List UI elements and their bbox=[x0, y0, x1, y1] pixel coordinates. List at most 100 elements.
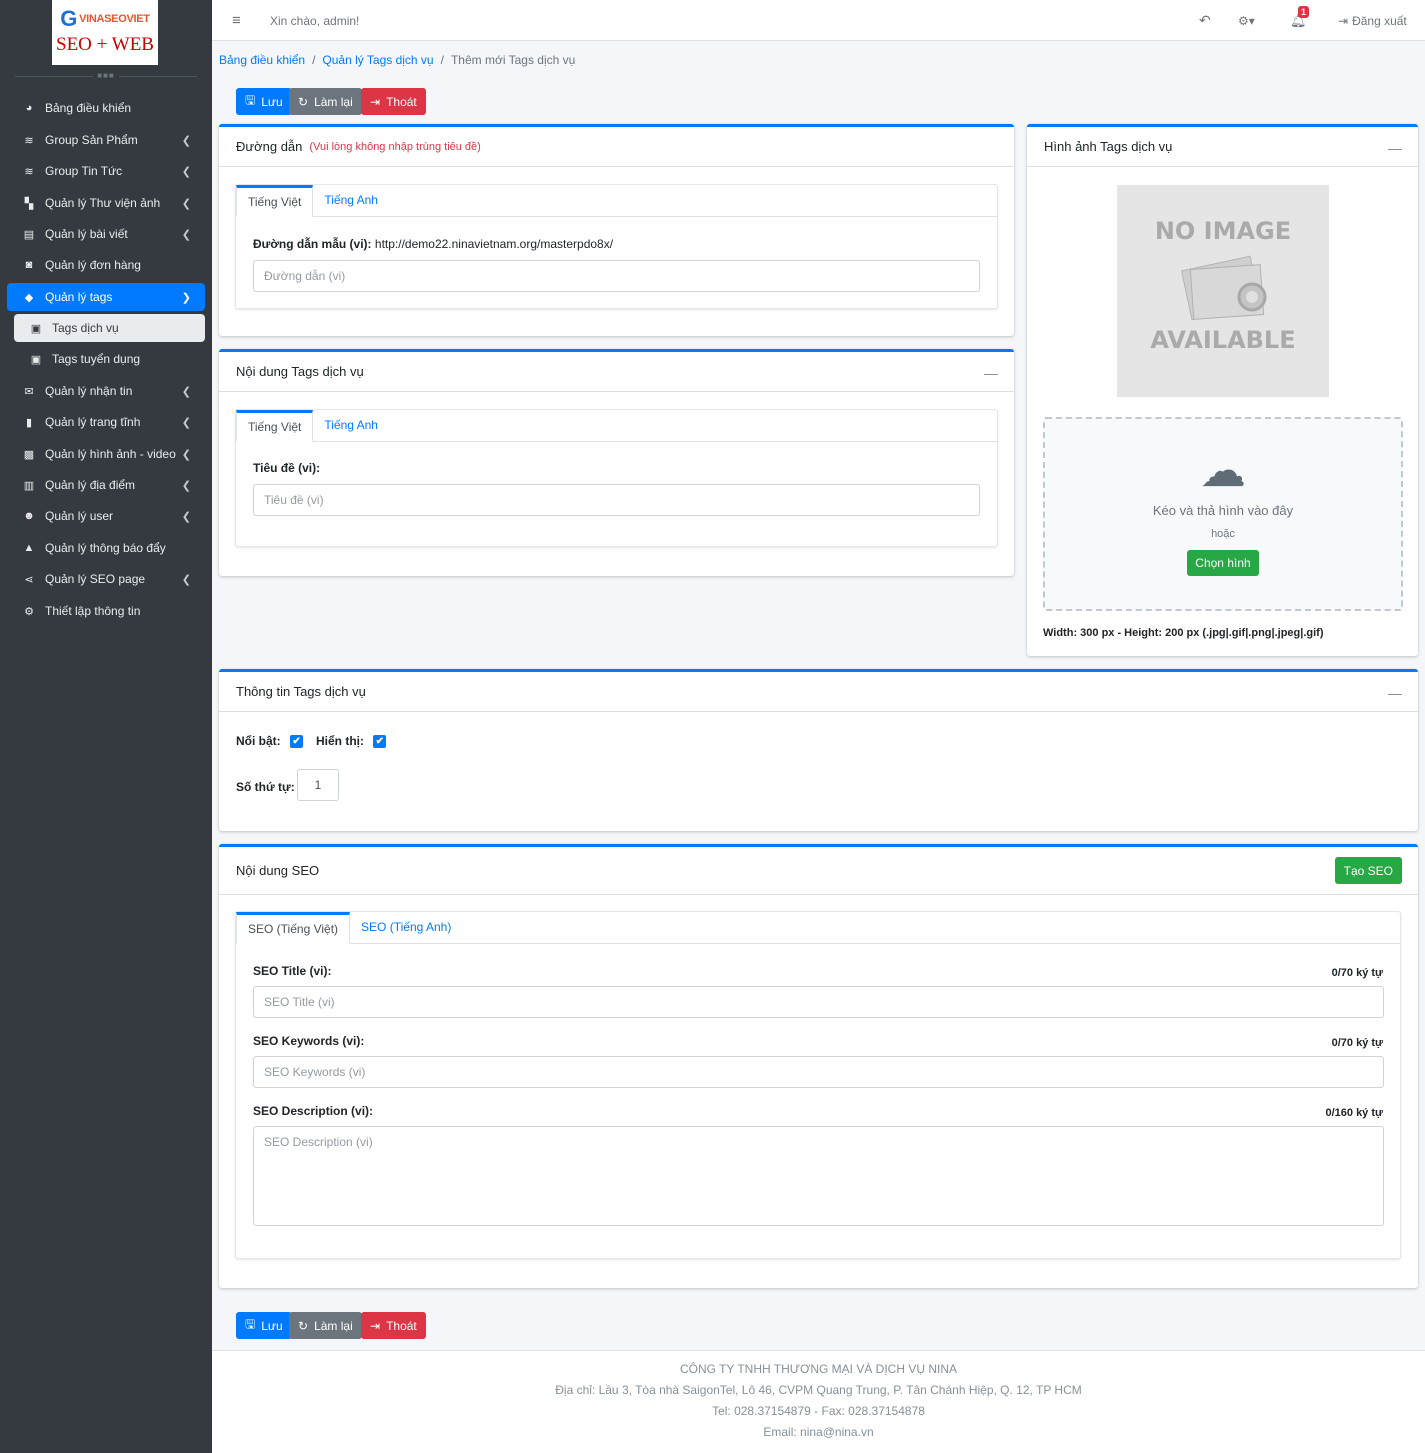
sidebar-item-group-news[interactable]: ≋ Group Tin Tức ❮ bbox=[7, 157, 205, 185]
sidebar-item-group-products[interactable]: ≋ Group Sản Phẩm ❮ bbox=[7, 126, 205, 154]
chevron-left-icon: ❮ bbox=[181, 416, 191, 429]
tab-vietnamese[interactable]: Tiếng Việt bbox=[236, 410, 314, 442]
exit-button-top[interactable]: ⇥ Thoát bbox=[361, 88, 426, 115]
seo-tabs: SEO (Tiếng Việt) SEO (Tiếng Anh) SEO Tit… bbox=[235, 911, 1401, 1259]
order-input[interactable]: 1 bbox=[297, 769, 339, 801]
seo-keywords-counter: 0/70 ký tự bbox=[1331, 1037, 1383, 1049]
breadcrumb-home[interactable]: Bảng điều khiển bbox=[219, 53, 305, 67]
sidebar: G VINASEOVIET SEO + WEB ■■■ ◕ Bảng điều kh… bbox=[0, 0, 212, 1453]
logout-link[interactable]: ⇥ Đăng xuất bbox=[1338, 0, 1407, 41]
save-button-top[interactable]: 🖫︎ Lưu bbox=[236, 88, 292, 115]
create-seo-button[interactable]: Tạo SEO bbox=[1334, 857, 1402, 884]
chevron-left-icon: ❮ bbox=[181, 197, 191, 210]
save-label: Lưu bbox=[261, 94, 283, 109]
tab-seo-english[interactable]: SEO (Tiếng Anh) bbox=[350, 911, 462, 943]
sidebar-item-label: Tags tuyển dụng bbox=[52, 352, 141, 366]
sidebar-item-label: Quản lý đơn hàng bbox=[45, 258, 141, 272]
page-footer: CÔNG TY TNHH THƯƠNG MẠI VÀ DỊCH VỤ NINA … bbox=[212, 1350, 1425, 1453]
settings-dropdown-icon[interactable]: ⚙▾ bbox=[1238, 0, 1255, 41]
save-button-bottom[interactable]: 🖫︎ Lưu bbox=[236, 1312, 292, 1339]
title-input[interactable]: Tiêu đề (vi) bbox=[253, 484, 980, 516]
featured-field: Nổi bật: ✔ bbox=[236, 734, 304, 749]
sidebar-item-gallery[interactable]: ▚ Quản lý Thư viện ảnh ❮ bbox=[7, 189, 205, 217]
top-navbar: ≡ Xin chào, admin! ↶ ⚙▾ 🔔︎ 1 ⇥ Đăng xuất bbox=[212, 0, 1425, 41]
sidebar-item-media[interactable]: ▩ Quản lý hình ảnh - video ❮ bbox=[7, 440, 205, 468]
cogs-icon: ⚙ bbox=[24, 605, 34, 618]
chevron-left-icon: ❮ bbox=[181, 479, 191, 492]
sidebar-item-label: Quản lý bài viết bbox=[45, 227, 128, 241]
save-label: Lưu bbox=[261, 1318, 283, 1333]
seo-title-counter: 0/70 ký tự bbox=[1331, 967, 1383, 979]
sidebar-item-push-notifications[interactable]: ▲ Quản lý thông báo đẩy bbox=[7, 534, 205, 562]
sidebar-subitem-service-tags[interactable]: ▣ Tags dịch vụ bbox=[14, 314, 205, 342]
visible-checkbox[interactable]: ✔ bbox=[373, 735, 387, 749]
users-icon: ☻ bbox=[23, 510, 35, 522]
slug-input[interactable]: Đường dẫn (vi) bbox=[253, 260, 980, 292]
breadcrumb-parent[interactable]: Quản lý Tags dịch vụ bbox=[322, 53, 433, 67]
seo-description-label: SEO Description (vi): bbox=[253, 1104, 374, 1118]
sidebar-item-seo-page[interactable]: ⋖ Quản lý SEO page ❮ bbox=[7, 565, 205, 593]
logout-label: Đăng xuất bbox=[1352, 13, 1407, 28]
visible-field: Hiển thị: ✔ bbox=[316, 734, 387, 749]
bell-icon: 🔔︎ 1 bbox=[1290, 5, 1310, 29]
save-icon: 🖫︎ bbox=[245, 1317, 256, 1331]
back-icon[interactable]: ↶ bbox=[1199, 0, 1211, 41]
collapse-icon[interactable]: — bbox=[984, 365, 998, 381]
sidebar-item-label: Group Sản Phẩm bbox=[45, 133, 138, 147]
menu-toggle-icon[interactable]: ≡ bbox=[232, 0, 241, 41]
sidebar-item-posts[interactable]: ▤ Quản lý bài viết ❮ bbox=[7, 220, 205, 248]
chevron-left-icon: ❮ bbox=[181, 510, 191, 523]
layers-icon: ≋ bbox=[24, 165, 34, 178]
exit-label: Thoát bbox=[386, 94, 417, 109]
tags-icon: ◆ bbox=[24, 291, 34, 304]
tab-english[interactable]: Tiếng Anh bbox=[313, 184, 389, 216]
chevron-left-icon: ❮ bbox=[181, 448, 191, 461]
collapse-icon[interactable]: — bbox=[1388, 685, 1402, 701]
title-label: Tiêu đề (vi): bbox=[253, 461, 321, 475]
chevron-left-icon: ❮ bbox=[181, 228, 191, 241]
image-card-title: Hình ảnh Tags dịch vụ bbox=[1044, 139, 1173, 154]
brand-logo[interactable]: G VINASEOVIET SEO + WEB bbox=[52, 0, 158, 65]
sidebar-item-static-pages[interactable]: ▮ Quản lý trang tĩnh ❮ bbox=[7, 408, 205, 436]
info-card: Thông tin Tags dịch vụ — Nổi bật: ✔ Hiển… bbox=[219, 669, 1418, 831]
tab-vietnamese[interactable]: Tiếng Việt bbox=[236, 185, 314, 217]
exit-button-bottom[interactable]: ⇥ Thoát bbox=[361, 1312, 426, 1339]
sidebar-item-settings[interactable]: ⚙ Thiết lập thông tin bbox=[7, 597, 205, 625]
greeting-text: Xin chào, admin! bbox=[270, 13, 360, 28]
seo-keywords-input[interactable]: SEO Keywords (vi) bbox=[253, 1056, 1384, 1088]
sidebar-item-label: Quản lý SEO page bbox=[45, 572, 146, 586]
logo-brand-text: VINASEOVIET bbox=[79, 12, 150, 25]
sidebar-item-users[interactable]: ☻ Quản lý user ❮ bbox=[7, 502, 205, 530]
seo-title-input[interactable]: SEO Title (vi) bbox=[253, 986, 1384, 1018]
sidebar-subitem-recruit-tags[interactable]: ▣ Tags tuyển dụng bbox=[7, 345, 205, 373]
sidebar-item-newsletter[interactable]: ✉ Quản lý nhận tin ❮ bbox=[7, 377, 205, 405]
notification-button[interactable]: 🔔︎ 1 bbox=[1290, 0, 1310, 41]
sidebar-item-locations[interactable]: ▥ Quản lý địa điểm ❮ bbox=[7, 471, 205, 499]
seo-card: Nội dung SEO Tạo SEO SEO (Tiếng Việt) SE… bbox=[219, 844, 1418, 1288]
no-image-bottom-text: AVAILABLE bbox=[1150, 326, 1296, 354]
footer-address: Địa chỉ: Lầu 3, Tòa nhà SaigonTel, Lô 46… bbox=[555, 1383, 1082, 1397]
sidebar-item-dashboard[interactable]: ◕ Bảng điều khiển bbox=[7, 94, 205, 122]
collapse-icon[interactable]: — bbox=[1388, 140, 1402, 156]
choose-image-button[interactable]: Chọn hình bbox=[1187, 550, 1259, 576]
sidebar-item-label: Quản lý trang tĩnh bbox=[45, 415, 141, 429]
featured-checkbox[interactable]: ✔ bbox=[290, 735, 304, 749]
slug-sample-label: Đường dẫn mẫu (vi): bbox=[253, 237, 372, 251]
reset-button-bottom[interactable]: ↻ Làm lại bbox=[289, 1312, 362, 1339]
sidebar-item-label: Tags dịch vụ bbox=[52, 321, 119, 335]
seo-description-counter: 0/160 ký tự bbox=[1325, 1107, 1383, 1119]
tab-english[interactable]: Tiếng Anh bbox=[313, 409, 389, 441]
tab-seo-vietnamese[interactable]: SEO (Tiếng Việt) bbox=[236, 912, 351, 944]
image-dropzone[interactable]: ☁ Kéo và thả hình vào đây hoặc Chọn hình bbox=[1043, 417, 1403, 611]
reset-button-top[interactable]: ↻ Làm lại bbox=[289, 88, 362, 115]
cloud-upload-icon: ☁ bbox=[1200, 444, 1246, 496]
sidebar-item-orders[interactable]: ◙ Quản lý đơn hàng bbox=[7, 251, 205, 279]
building-icon: ▥ bbox=[23, 479, 35, 492]
sidebar-item-tags[interactable]: ◆ Quản lý tags ❯ bbox=[7, 283, 205, 311]
logo-g: G bbox=[60, 6, 78, 31]
seo-description-textarea[interactable]: SEO Description (vi) bbox=[253, 1126, 1384, 1226]
image-card-header: Hình ảnh Tags dịch vụ — bbox=[1027, 127, 1418, 167]
no-image-top-text: NO IMAGE bbox=[1154, 217, 1292, 245]
content-tabs: Tiếng Việt Tiếng Anh Tiêu đề (vi): Tiêu … bbox=[235, 409, 998, 547]
chevron-left-icon: ❮ bbox=[181, 165, 191, 178]
